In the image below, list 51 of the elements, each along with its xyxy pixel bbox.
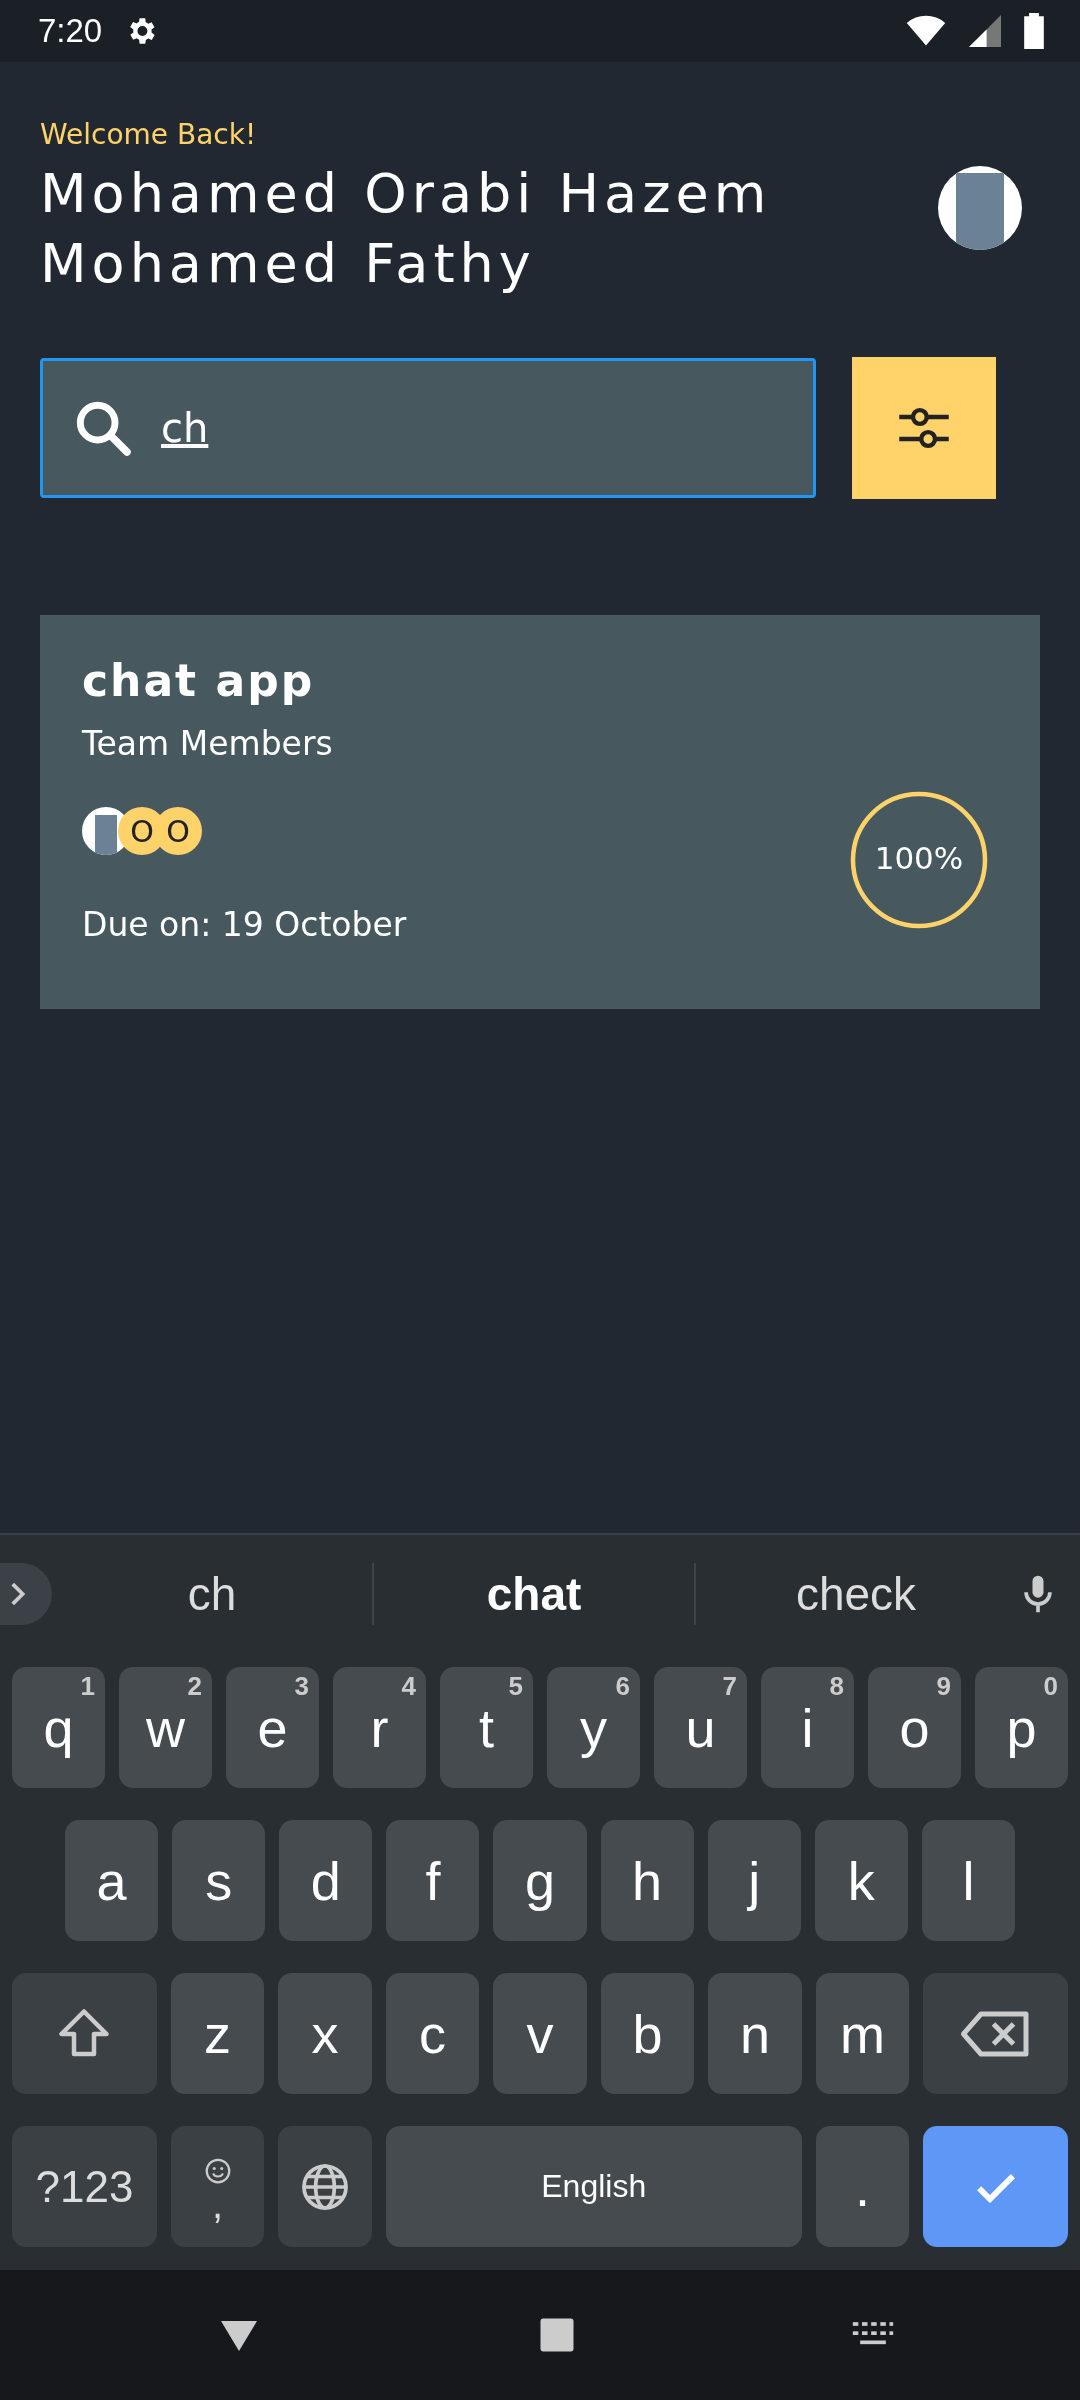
key[interactable]: x — [278, 1973, 372, 2094]
wifi-icon — [906, 15, 946, 47]
key[interactable]: q 1 — [12, 1667, 105, 1788]
filter-button[interactable] — [852, 357, 996, 499]
key[interactable]: n — [708, 1973, 802, 2094]
user-name: Mohamed Orabi Hazem Mohamed Fathy — [40, 161, 773, 297]
symbols-key[interactable]: ?123 — [12, 2126, 157, 2247]
key[interactable]: c — [385, 1973, 480, 2094]
key[interactable]: p 0 — [975, 1667, 1068, 1788]
search-field[interactable]: ch — [40, 358, 816, 498]
key[interactable]: h — [600, 1820, 694, 1941]
team-members-label: Team Members — [82, 724, 334, 763]
expand-toolbar-button[interactable] — [0, 1563, 52, 1625]
key[interactable]: f — [386, 1820, 480, 1941]
signal-icon — [968, 15, 1002, 47]
status-time: 7:20 — [38, 12, 103, 50]
key[interactable]: k — [814, 1820, 908, 1941]
key[interactable]: e 3 — [226, 1667, 319, 1788]
key[interactable]: a — [65, 1820, 159, 1941]
key[interactable]: b — [600, 1973, 695, 2094]
key[interactable]: v — [493, 1973, 587, 2094]
key[interactable]: l — [921, 1820, 1015, 1941]
key[interactable]: m — [815, 1973, 910, 2094]
word-suggestion[interactable]: check — [696, 1567, 1016, 1621]
comma-key[interactable]: , — [170, 2126, 265, 2247]
battery-icon — [1024, 13, 1044, 49]
project-card[interactable]: chat app Team Members O O Due on: 19 October 100% — [40, 615, 1040, 1009]
language-key[interactable] — [278, 2126, 372, 2247]
key[interactable]: z — [170, 1973, 265, 2094]
key[interactable]: s — [172, 1820, 266, 1941]
backspace-key[interactable] — [923, 1973, 1069, 2094]
key[interactable]: j — [707, 1820, 801, 1941]
key[interactable]: . — [815, 2126, 910, 2247]
search-query: ch — [161, 405, 210, 451]
word-suggestion[interactable]: ch — [52, 1567, 372, 1621]
key[interactable]: t 5 — [440, 1667, 533, 1788]
word-suggestion[interactable]: chat — [374, 1567, 694, 1621]
key[interactable]: u 7 — [654, 1667, 747, 1788]
due-date: Due on: 19 October — [82, 905, 408, 944]
key[interactable]: w 2 — [119, 1667, 212, 1788]
key[interactable]: r 4 — [333, 1667, 426, 1788]
space-key[interactable]: English — [385, 2126, 802, 2247]
key[interactable]: i 8 — [761, 1667, 854, 1788]
greeting-text: Welcome Back! — [40, 118, 258, 151]
key[interactable]: o 9 — [868, 1667, 961, 1788]
key[interactable]: d — [279, 1820, 373, 1941]
key[interactable]: g — [493, 1820, 587, 1941]
project-title: chat app — [82, 655, 316, 706]
key[interactable]: y 6 — [547, 1667, 640, 1788]
progress-percent: 100% — [873, 840, 965, 876]
shift-key[interactable] — [12, 1973, 157, 2094]
